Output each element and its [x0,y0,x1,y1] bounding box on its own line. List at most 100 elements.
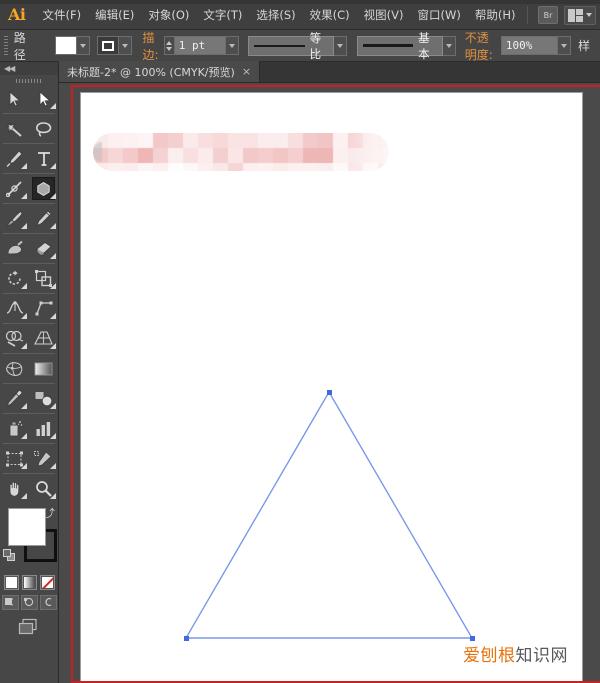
menu-view[interactable]: 视图(V) [357,3,411,27]
variable-width-profile-control[interactable]: 等比 [248,36,347,56]
document-tab-title: 未标题-2* @ 100% (CMYK/预览) [67,64,235,80]
direct-selection-tool[interactable] [29,86,58,111]
stroke-dropdown-button[interactable] [119,36,132,55]
document-tab[interactable]: 未标题-2* @ 100% (CMYK/预览) × [59,61,260,82]
fill-dropdown-button[interactable] [77,36,90,55]
tool-divider [3,323,55,324]
none-mode-button[interactable] [40,575,55,590]
fill-swatch[interactable] [55,36,77,55]
magic-wand-tool[interactable] [0,116,29,141]
stroke-weight-dropdown-button[interactable] [226,36,239,55]
menu-bar-right-group: Br [523,0,596,30]
shape-tool[interactable] [29,176,58,201]
artboard[interactable]: 爱刨根知识网 [80,92,583,683]
anchor-point[interactable] [184,636,189,641]
tool-divider [3,173,55,174]
mesh-tool[interactable] [0,356,29,381]
anchor-point[interactable] [470,636,475,641]
fill-stroke-block: ⤴ [0,505,58,571]
draw-behind-button[interactable] [21,595,38,610]
brush-combo[interactable]: 基本 [357,36,443,56]
control-bar-grip[interactable] [4,36,8,56]
line-segment-tool[interactable] [0,176,29,201]
menu-effect[interactable]: 效果(C) [303,3,357,27]
gradient-tool[interactable] [29,356,58,381]
gradient-mode-button[interactable] [22,575,37,590]
perspective-grid-tool[interactable] [29,326,58,351]
fill-color-swatch[interactable] [8,508,46,546]
menu-object[interactable]: 对象(O) [141,3,196,27]
pen-tool[interactable] [0,146,29,171]
chevron-down-icon [446,44,452,48]
stepper-up-icon [166,41,172,45]
menu-help[interactable]: 帮助(H) [468,3,523,27]
brush-label: 基本 [418,30,437,62]
tools-panel-drag-handle[interactable] [0,75,58,86]
solid-color-icon [6,577,17,588]
opacity-control[interactable]: 100% [501,36,571,55]
draw-inside-button[interactable] [40,595,57,610]
scale-tool[interactable] [29,266,58,291]
stroke-color-control[interactable] [97,36,132,55]
symbol-sprayer-tool[interactable] [0,416,29,441]
triangle-path[interactable] [81,93,583,683]
lasso-tool[interactable] [29,116,58,141]
shape-builder-tool[interactable] [0,326,29,351]
brush-dropdown-button[interactable] [443,36,456,56]
artboard-tool[interactable] [0,446,29,471]
zoom-tool[interactable] [29,476,58,501]
menu-file[interactable]: 文件(F) [36,3,89,27]
stroke-weight-input[interactable]: 1 pt [174,36,226,55]
stroke-weight-control[interactable]: 1 pt [164,36,239,55]
brush-definition-control[interactable]: 基本 [357,36,456,56]
color-mode-button[interactable] [4,575,19,590]
menu-select[interactable]: 选择(S) [249,3,302,27]
stepper-down-icon [166,47,172,51]
tools-panel-header[interactable]: ◀◀ [0,62,58,75]
document-tab-strip: 未标题-2* @ 100% (CMYK/预览) × [59,62,600,83]
hand-tool[interactable] [0,476,29,501]
stroke-weight-label: 描边: [142,29,159,63]
workspace-switcher-button[interactable] [564,6,596,25]
width-profile-dropdown-button[interactable] [334,36,347,56]
collapse-panel-icon[interactable]: ◀◀ [4,64,14,73]
screen-mode-button[interactable] [18,618,40,640]
anchor-point[interactable] [327,390,332,395]
fill-color-control[interactable] [55,36,90,55]
stroke-weight-stepper[interactable] [164,36,174,55]
blend-tool[interactable] [29,386,58,411]
bridge-button[interactable]: Br [538,6,558,24]
stroke-swatch[interactable] [97,36,119,55]
opacity-dropdown-button[interactable] [558,36,571,55]
slice-tool[interactable] [29,446,58,471]
opacity-input[interactable]: 100% [501,36,558,55]
eyedropper-tool[interactable] [0,386,29,411]
paint-mode-group [0,575,58,590]
tool-divider [3,353,55,354]
width-profile-combo[interactable]: 等比 [248,36,334,56]
eraser-tool[interactable] [29,236,58,261]
menu-type[interactable]: 文字(T) [196,3,249,27]
column-graph-tool[interactable] [29,416,58,441]
default-fill-stroke-icon[interactable] [3,549,16,562]
close-icon[interactable]: × [242,66,251,77]
pencil-tool[interactable] [29,206,58,231]
free-transform-tool[interactable] [29,296,58,321]
selection-tool[interactable] [0,86,29,111]
draw-normal-button[interactable] [2,595,19,610]
chevron-down-icon [122,44,128,48]
menu-window[interactable]: 窗口(W) [411,3,468,27]
type-tool[interactable] [29,146,58,171]
rotate-tool[interactable] [0,266,29,291]
illustrator-window: Ai 文件(F) 编辑(E) 对象(O) 文字(T) 选择(S) 效果(C) 视… [0,0,600,683]
width-profile-label: 等比 [310,30,329,62]
chevron-down-icon [586,13,592,17]
blob-brush-tool[interactable] [0,236,29,261]
width-tool[interactable] [0,296,29,321]
menu-edit[interactable]: 编辑(E) [88,3,141,27]
tool-divider [3,113,55,114]
paintbrush-tool[interactable] [0,206,29,231]
watermark-suffix: 知识网 [516,646,569,666]
tool-divider [3,203,55,204]
swap-fill-stroke-icon[interactable]: ⤴ [44,505,55,521]
